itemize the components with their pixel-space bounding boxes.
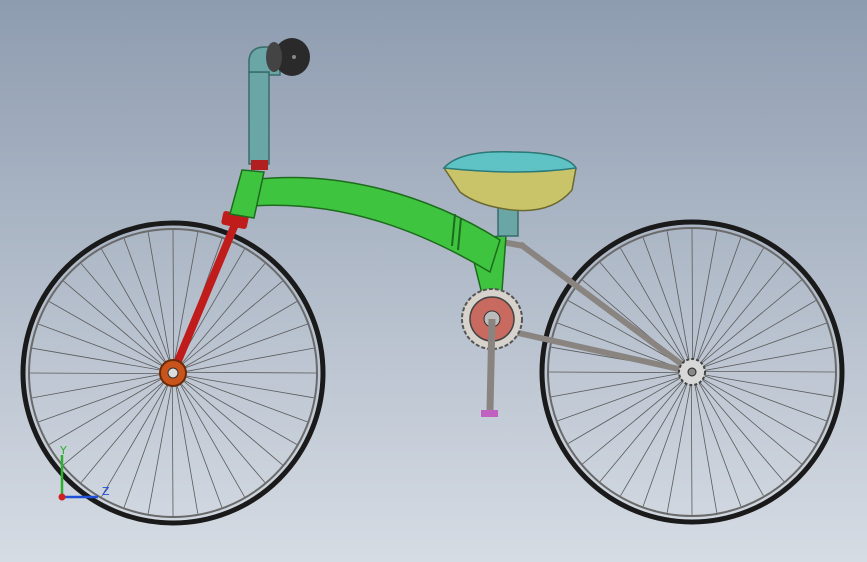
front-hub[interactable]	[159, 359, 187, 387]
knob-side	[266, 42, 282, 72]
crank-arm	[486, 318, 496, 411]
stem-collar	[251, 160, 268, 170]
rear-axle	[687, 367, 697, 377]
rear-sprocket[interactable]	[678, 358, 706, 386]
hub-axle	[167, 367, 179, 379]
viewport-canvas[interactable]: Y Z	[0, 0, 867, 562]
3d-viewport[interactable]: Y Z	[0, 0, 867, 562]
x-axis-point	[58, 493, 66, 501]
z-axis-label: Z	[102, 485, 110, 498]
knob-center	[292, 55, 296, 59]
handlebar-knob[interactable]	[266, 38, 310, 76]
stem-post	[248, 71, 270, 165]
viewport-background	[0, 0, 867, 562]
y-axis-label: Y	[59, 444, 67, 457]
pedal	[481, 410, 498, 417]
